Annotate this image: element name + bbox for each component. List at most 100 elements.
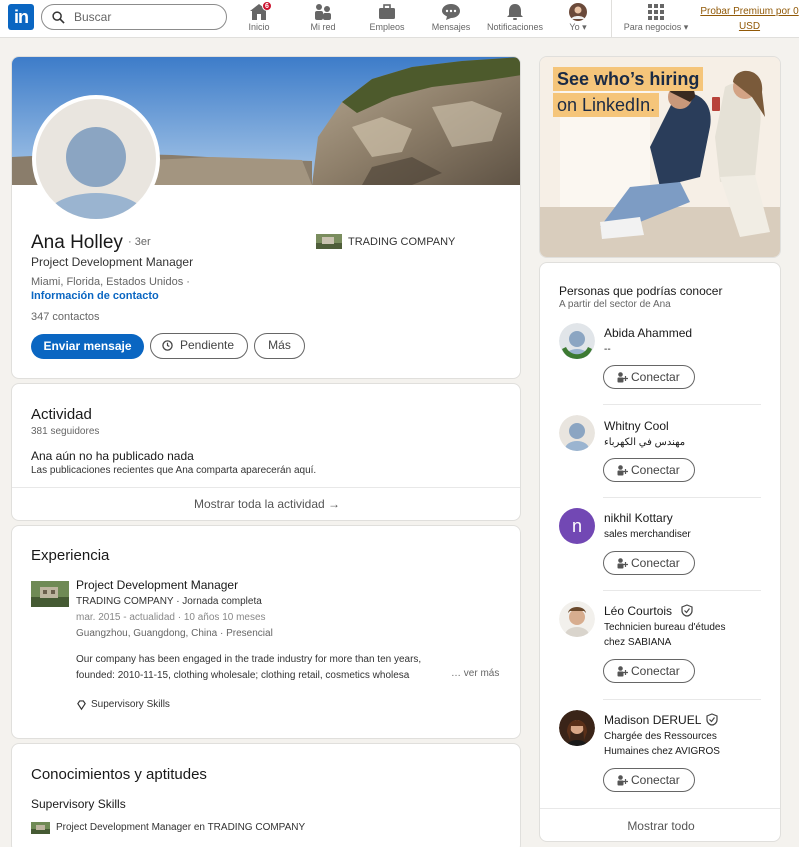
experience-dates: mar. 2015 - actualidad · 10 años 10 mese…: [76, 612, 266, 623]
company-logo: [31, 822, 50, 834]
show-all-activity-link[interactable]: Mostrar toda la actividad →: [12, 497, 520, 511]
more-button[interactable]: Más: [254, 333, 305, 359]
linkedin-logo[interactable]: in: [8, 4, 34, 30]
pymk-title: Personas que podrías conocer: [559, 284, 723, 298]
company-logo: [316, 234, 342, 249]
network-icon: [315, 4, 331, 20]
connect-button[interactable]: Conectar: [603, 551, 695, 575]
activity-card: Actividad 381 seguidores Ana aún no ha p…: [11, 383, 521, 521]
person-avatar[interactable]: [559, 710, 595, 746]
connect-button[interactable]: Conectar: [603, 365, 695, 389]
briefcase-icon: [379, 4, 395, 19]
person-avatar[interactable]: [559, 601, 595, 637]
premium-line-1: Probar Premium por 0: [700, 6, 799, 17]
grid-icon: [648, 4, 664, 20]
profile-photo[interactable]: [32, 95, 160, 223]
skills-card: Conocimientos y aptitudes Supervisory Sk…: [11, 743, 521, 847]
connect-label: Conectar: [631, 370, 680, 384]
nav-jobs-label: Empleos: [369, 22, 405, 32]
nav-notifications[interactable]: Notificaciones: [484, 0, 546, 38]
person-avatar[interactable]: [559, 415, 595, 451]
add-person-icon: [617, 558, 628, 569]
nav-for-business[interactable]: Para negocios ▾: [620, 0, 692, 38]
person-headline: Technicien bureau d'études: [604, 622, 726, 633]
nav-me[interactable]: Yo ▾: [560, 0, 596, 38]
nav-home[interactable]: 6 Inicio: [238, 0, 280, 38]
person-name[interactable]: Madison DERUEL: [604, 713, 701, 727]
ad-headline-2: on LinkedIn.: [553, 93, 660, 117]
pending-button[interactable]: Pendiente: [150, 333, 248, 359]
pending-label: Pendiente: [179, 338, 235, 352]
notification-badge: 6: [262, 1, 272, 11]
connections-count[interactable]: 347 contactos: [31, 311, 100, 323]
nav-jobs[interactable]: Empleos: [364, 0, 410, 38]
followers-count: 381 seguidores: [31, 426, 100, 437]
experience-skill: Supervisory Skills: [91, 699, 170, 710]
nav-me-label: Yo ▾: [569, 22, 587, 32]
premium-line-2: USD: [738, 21, 761, 32]
connect-button[interactable]: Conectar: [603, 659, 695, 683]
connect-label: Conectar: [631, 556, 680, 570]
messages-icon: [442, 4, 460, 20]
pymk-subtitle: A partir del sector de Ana: [559, 299, 671, 310]
current-company[interactable]: TRADING COMPANY: [348, 236, 455, 248]
nav-for-business-label: Para negocios ▾: [623, 22, 689, 32]
person-headline-line2: chez SABIANA: [604, 637, 672, 648]
connect-button[interactable]: Conectar: [603, 768, 695, 792]
show-all-people-link[interactable]: Mostrar todo: [540, 819, 780, 833]
nav-messaging[interactable]: Mensajes: [428, 0, 474, 38]
person-avatar[interactable]: n: [559, 508, 595, 544]
no-posts-description: Las publicaciones recientes que Ana comp…: [31, 465, 317, 476]
divider: [603, 497, 761, 498]
activity-title: Actividad: [31, 406, 92, 423]
divider: [12, 487, 520, 488]
profile-card: Ana Holley · 3er Project Development Man…: [11, 56, 521, 379]
experience-title: Experiencia: [31, 547, 110, 564]
ad-card[interactable]: See who’s hiring on LinkedIn.: [539, 56, 781, 258]
diamond-icon: [77, 700, 86, 711]
experience-description: Our company has been engaged in the trad…: [76, 654, 422, 681]
person-name[interactable]: Abida Ahammed: [604, 326, 692, 340]
search-box[interactable]: [41, 4, 227, 30]
connect-button[interactable]: Conectar: [603, 458, 695, 482]
person-headline-line2: Humaines chez AVIGROS: [604, 746, 720, 757]
connect-label: Conectar: [631, 664, 680, 678]
profile-location: Miami, Florida, Estados Unidos ·: [31, 276, 190, 288]
connect-label: Conectar: [631, 773, 680, 787]
add-person-icon: [617, 775, 628, 786]
person-avatar[interactable]: [559, 323, 595, 359]
person-headline: Chargée des Ressources: [604, 731, 717, 742]
divider: [540, 808, 780, 809]
divider: [603, 404, 761, 405]
try-premium-link[interactable]: Probar Premium por 0 USD: [700, 4, 799, 34]
person-name[interactable]: nikhil Kottary: [604, 511, 673, 525]
experience-company: TRADING COMPANY · Jornada completa: [76, 596, 262, 607]
nav-messaging-label: Mensajes: [431, 22, 471, 32]
person-name[interactable]: Whitny Cool: [604, 419, 669, 433]
verified-shield-icon: [706, 713, 718, 726]
person-headline: مهندس في الكهرباء: [604, 437, 686, 448]
nav-my-network[interactable]: Mi red: [302, 0, 344, 38]
nav-home-label: Inicio: [248, 22, 270, 32]
ad-headline-1: See who’s hiring: [553, 67, 704, 91]
see-more-link[interactable]: … ver más: [451, 668, 499, 679]
experience-card: Experiencia Project Development Manager …: [11, 525, 521, 739]
bell-icon: [507, 4, 523, 20]
profile-headline: Project Development Manager: [31, 255, 194, 269]
contact-info-link[interactable]: Información de contacto: [31, 290, 159, 302]
search-input[interactable]: [74, 8, 219, 26]
verified-shield-icon: [681, 604, 693, 617]
skills-title: Conocimientos y aptitudes: [31, 766, 207, 783]
person-headline: sales merchandiser: [604, 529, 691, 540]
experience-location: Guangzhou, Guangdong, China · Presencial: [76, 628, 273, 639]
send-message-button[interactable]: Enviar mensaje: [31, 334, 144, 359]
divider: [603, 590, 761, 591]
connection-degree: · 3er: [128, 236, 151, 248]
experience-role: Project Development Manager: [76, 578, 239, 592]
no-posts-title: Ana aún no ha publicado nada: [31, 449, 194, 463]
skill-context: Project Development Manager en TRADING C…: [56, 822, 306, 833]
skill-name[interactable]: Supervisory Skills: [31, 797, 126, 811]
divider: [603, 699, 761, 700]
person-name[interactable]: Léo Courtois: [604, 604, 672, 618]
top-navigation-bar: in 6 Inicio Mi red Empleos Mensajes Noti…: [0, 0, 799, 38]
